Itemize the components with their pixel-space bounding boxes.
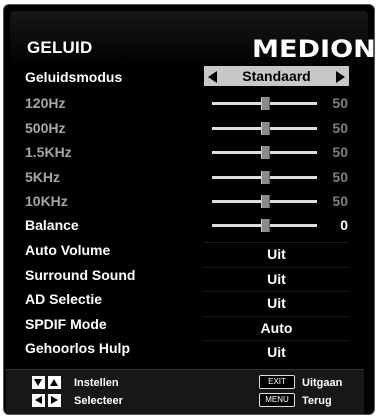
eq-band-slider-thumb[interactable] [261,146,270,159]
eq-band-slider-thumb[interactable] [261,171,270,184]
menu-footer: Instellen Selecteer EXIT Uitgaan MENU Te… [6,369,364,414]
menu-header: GELUID MEDION [10,11,376,68]
balance-slider[interactable] [212,219,317,232]
option-value: Uit [267,246,286,262]
eq-band-slider[interactable] [212,146,317,159]
balance-label: Balance [25,217,79,233]
eq-band-label: 1.5KHz [25,144,72,160]
option-label: Auto Volume [25,242,111,258]
sound-mode-label: Geluidsmodus [25,69,123,85]
option-value: Auto [260,320,293,336]
eq-band-value: 50 [332,120,348,136]
option-label: Surround Sound [25,267,136,283]
menu-hint: Terug [302,395,332,407]
arrow-right-icon[interactable] [336,71,345,83]
option-value: Uit [267,271,286,287]
arrow-up-icon [48,376,61,389]
option-label: Gehoorlos Hulp [25,340,130,356]
option-value-box[interactable]: Auto [204,316,349,339]
eq-band-slider[interactable] [212,195,317,208]
menu-title: GELUID [27,38,93,57]
eq-band-value: 50 [332,169,348,185]
option-value: Uit [267,295,286,311]
brand-logo: MEDION [252,35,376,63]
eq-band-slider[interactable] [212,97,317,110]
option-value-box[interactable]: Uit [204,340,349,363]
exit-key[interactable]: EXIT [259,375,295,389]
sound-mode-selector[interactable]: Standaard [204,66,349,86]
eq-band-slider[interactable] [212,122,317,135]
eq-band-label: 10KHz [25,193,68,209]
balance-slider-thumb[interactable] [261,219,270,232]
select-hint: Selecteer [74,395,123,407]
set-hint: Instellen [74,377,119,389]
option-value-box[interactable]: Uit [204,242,349,265]
eq-band-slider-thumb[interactable] [261,97,270,110]
option-label: AD Selectie [25,291,103,307]
option-label: SPDIF Mode [25,316,107,332]
eq-band-label: 5KHz [25,169,61,185]
arrow-left-icon [32,394,45,407]
balance-value: 0 [340,217,348,233]
eq-band-label: 500Hz [25,120,66,136]
eq-band-label: 120Hz [25,95,66,111]
eq-band-value: 50 [332,95,348,111]
option-value-box[interactable]: Uit [204,291,349,314]
option-value-box[interactable]: Uit [204,267,349,290]
arrow-down-icon [32,376,45,389]
arrow-right-icon [48,394,61,407]
menu-key[interactable]: MENU [259,393,295,407]
eq-band-slider-thumb[interactable] [261,195,270,208]
sound-mode-value: Standaard [242,68,311,84]
eq-band-slider[interactable] [212,171,317,184]
eq-band-value: 50 [332,144,348,160]
eq-band-slider-thumb[interactable] [261,122,270,135]
eq-band-value: 50 [332,193,348,209]
option-value: Uit [267,344,286,360]
exit-hint: Uitgaan [302,377,343,389]
